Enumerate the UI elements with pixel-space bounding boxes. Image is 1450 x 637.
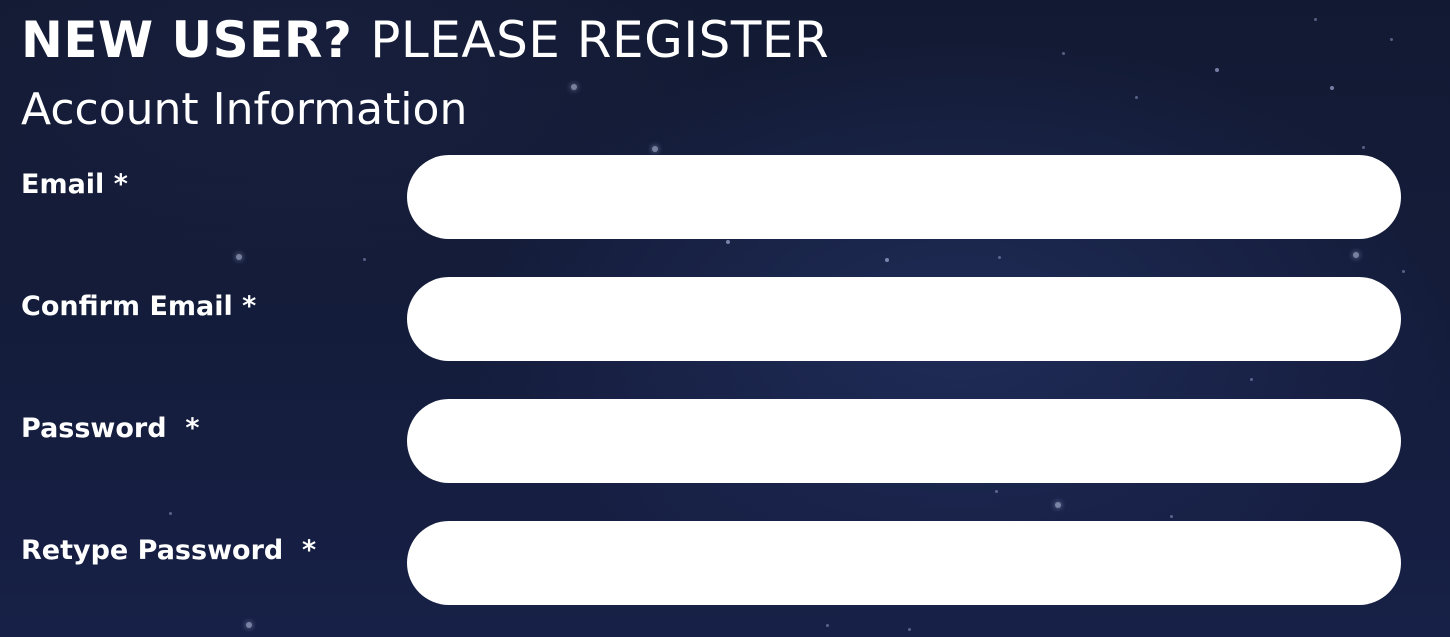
retype-password-field[interactable] — [407, 521, 1401, 605]
page-title: NEW USER? PLEASE REGISTER — [21, 8, 829, 72]
password-label: Password * — [21, 413, 200, 444]
password-field[interactable] — [407, 399, 1401, 483]
email-row: Email * — [0, 155, 1450, 239]
page-title-strong: NEW USER? — [21, 11, 353, 69]
page-title-light: PLEASE REGISTER — [370, 11, 830, 69]
confirm-email-row: Confirm Email * — [0, 277, 1450, 361]
confirm-email-field[interactable] — [407, 277, 1401, 361]
retype-password-row: Retype Password * — [0, 521, 1450, 605]
email-field[interactable] — [407, 155, 1401, 239]
retype-password-label: Retype Password * — [21, 535, 317, 566]
section-title: Account Information — [21, 84, 468, 135]
confirm-email-label: Confirm Email * — [21, 291, 257, 322]
email-label: Email * — [21, 169, 128, 200]
password-row: Password * — [0, 399, 1450, 483]
